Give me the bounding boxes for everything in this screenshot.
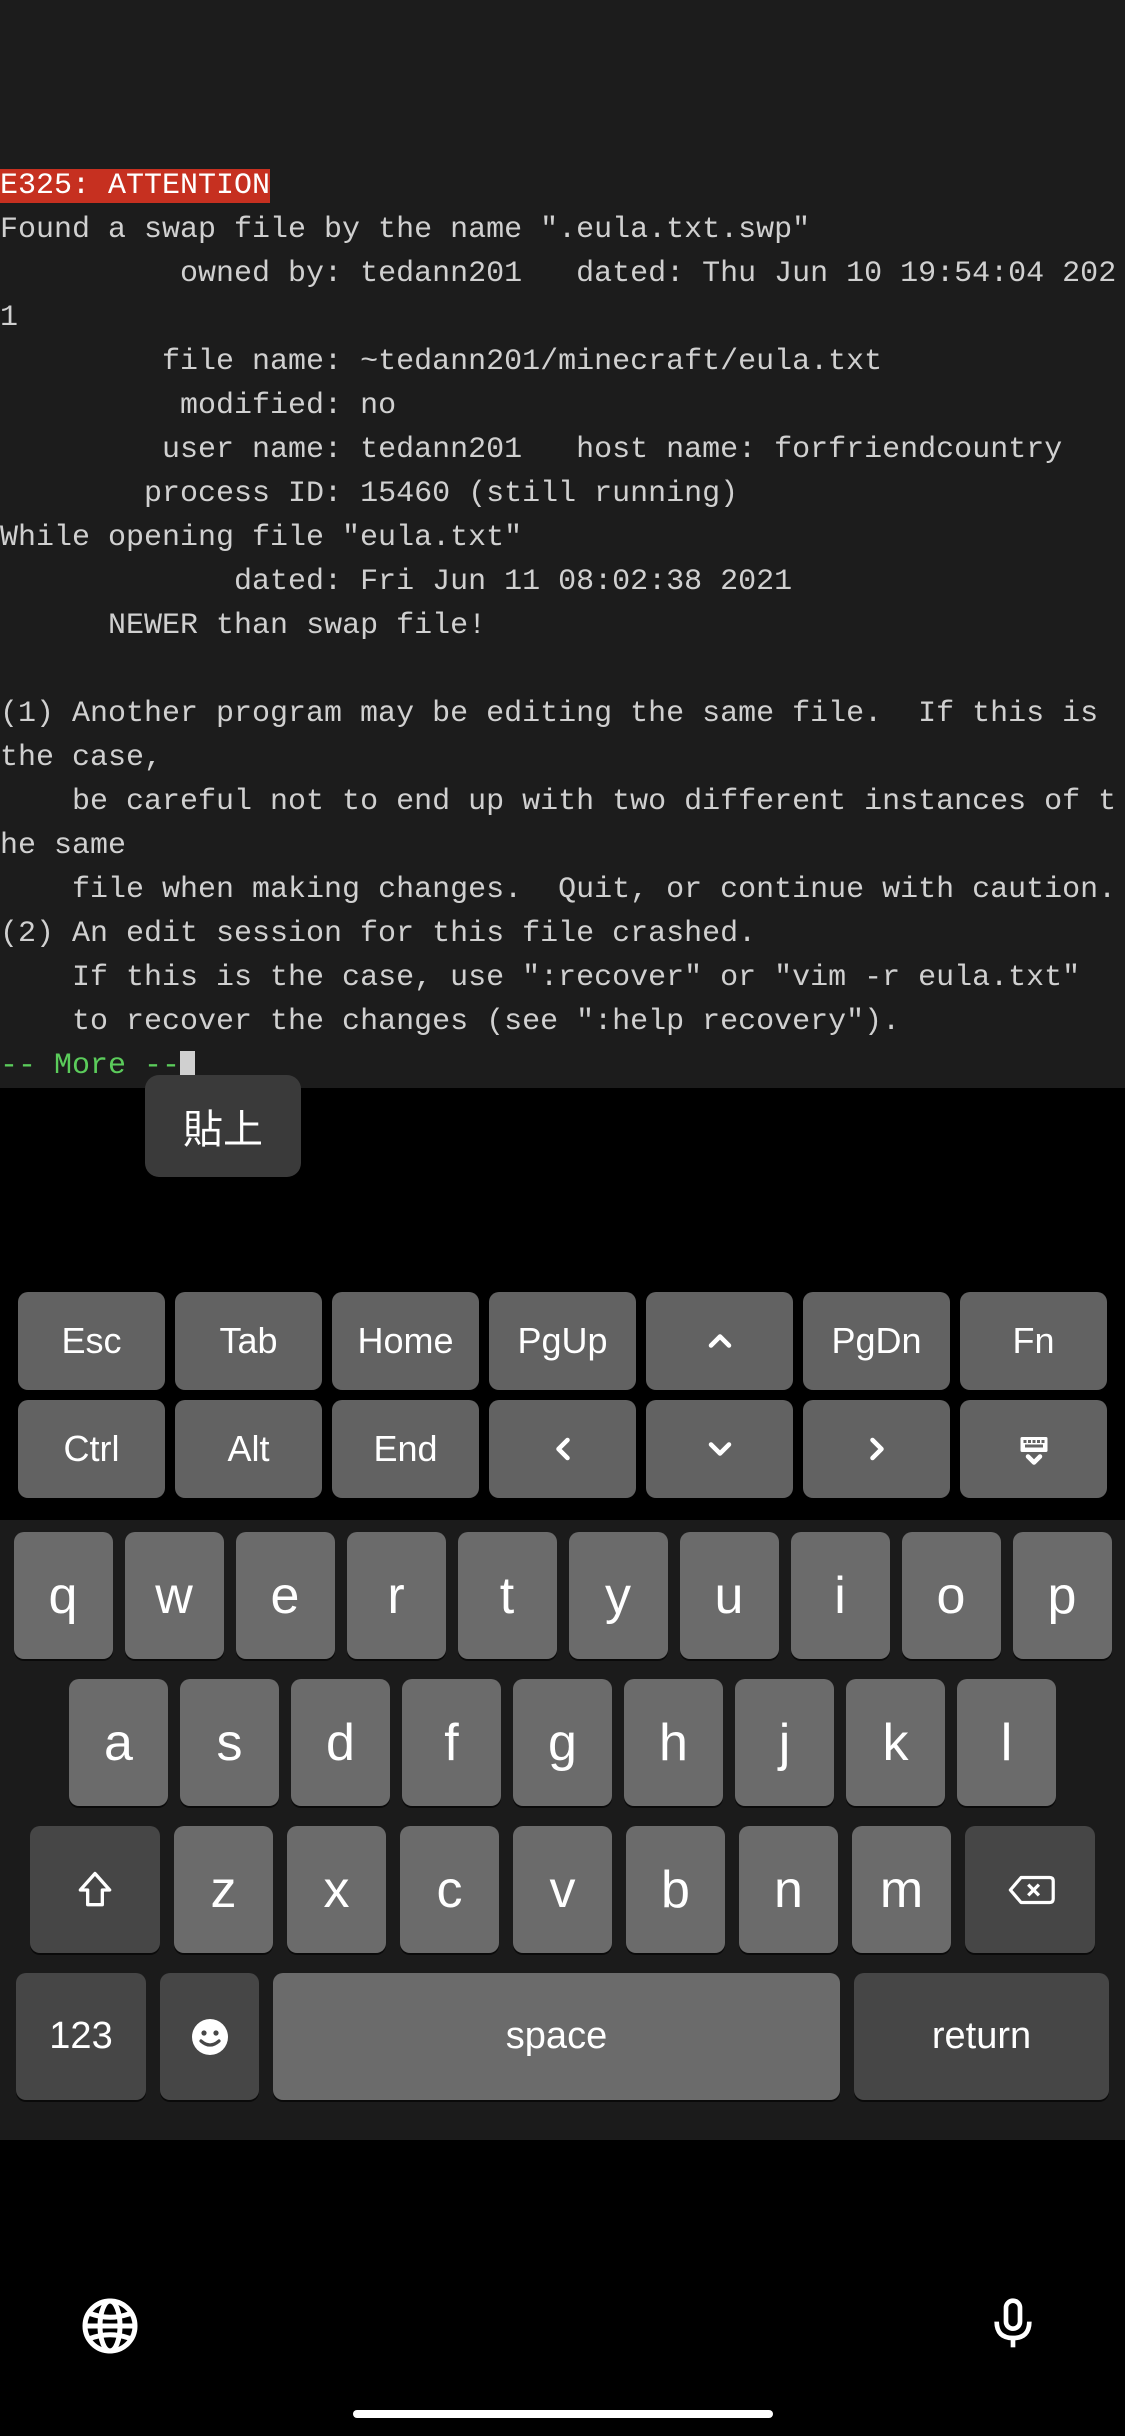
option1-line-a: (1) Another program may be editing the s… <box>0 697 1116 775</box>
option2-line-a: (2) An edit session for this file crashe… <box>0 917 756 951</box>
bottom-toolbar <box>0 2256 1125 2436</box>
home-indicator[interactable] <box>353 2410 773 2418</box>
keyboard-row-1: q w e r t y u i o p <box>8 1532 1117 1659</box>
shift-key[interactable] <box>30 1826 160 1953</box>
keyboard-row-2: a s d f g h j k l <box>8 1679 1117 1806</box>
function-key-rows: Esc Tab Home PgUp PgDn Fn Ctrl Alt End <box>0 1280 1125 1520</box>
paste-popup-label: 貼上 <box>183 1108 263 1152</box>
terminal-output: E325: ATTENTION Found a swap file by the… <box>0 0 1125 1088</box>
key-t[interactable]: t <box>458 1532 557 1659</box>
while-opening-line: While opening file "eula.txt" <box>0 521 522 555</box>
option2-line-b: If this is the case, use ":recover" or "… <box>0 961 1080 995</box>
key-o[interactable]: o <box>902 1532 1001 1659</box>
pgup-key[interactable]: PgUp <box>489 1292 636 1390</box>
key-k[interactable]: k <box>846 1679 945 1806</box>
esc-key[interactable]: Esc <box>18 1292 165 1390</box>
key-b[interactable]: b <box>626 1826 725 1953</box>
ctrl-key[interactable]: Ctrl <box>18 1400 165 1498</box>
alt-key[interactable]: Alt <box>175 1400 322 1498</box>
key-x[interactable]: x <box>287 1826 386 1953</box>
keyboard-area: Esc Tab Home PgUp PgDn Fn Ctrl Alt End q… <box>0 1280 1125 2140</box>
backspace-key[interactable] <box>965 1826 1095 1953</box>
key-u[interactable]: u <box>680 1532 779 1659</box>
return-key[interactable]: return <box>854 1973 1109 2100</box>
key-n[interactable]: n <box>739 1826 838 1953</box>
key-j[interactable]: j <box>735 1679 834 1806</box>
newer-line: NEWER than swap file! <box>0 609 486 643</box>
owned-by-value: tedann201 <box>360 257 522 291</box>
arrow-down-key[interactable] <box>646 1400 793 1498</box>
key-a[interactable]: a <box>69 1679 168 1806</box>
key-h[interactable]: h <box>624 1679 723 1806</box>
user-name-value: tedann201 <box>360 433 522 467</box>
key-i[interactable]: i <box>791 1532 890 1659</box>
while-dated-value: Fri Jun 11 08:02:38 2021 <box>360 565 792 599</box>
arrow-left-key[interactable] <box>489 1400 636 1498</box>
option1-line-c: file when making changes. Quit, or conti… <box>0 873 1116 907</box>
key-s[interactable]: s <box>180 1679 279 1806</box>
keyboard-row-4: 123 space return <box>8 1973 1117 2100</box>
key-d[interactable]: d <box>291 1679 390 1806</box>
swap-found-line: Found a swap file by the name ".eula.txt… <box>0 213 810 247</box>
process-id-label: process ID: <box>0 477 360 511</box>
modified-label: modified: <box>0 389 360 423</box>
home-key[interactable]: Home <box>332 1292 479 1390</box>
tab-key[interactable]: Tab <box>175 1292 322 1390</box>
dated-label: dated: <box>522 257 702 291</box>
key-c[interactable]: c <box>400 1826 499 1953</box>
key-p[interactable]: p <box>1013 1532 1112 1659</box>
keyboard-row-3: z x c v b n m <box>8 1826 1117 1953</box>
file-name-label: file name: <box>0 345 360 379</box>
key-l[interactable]: l <box>957 1679 1056 1806</box>
user-name-label: user name: <box>0 433 360 467</box>
pgdn-key[interactable]: PgDn <box>803 1292 950 1390</box>
paste-popup[interactable]: 貼上 <box>145 1075 301 1177</box>
option1-line-b: be careful not to end up with two differ… <box>0 785 1116 863</box>
key-m[interactable]: m <box>852 1826 951 1953</box>
while-dated-label: dated: <box>0 565 360 599</box>
fn-key[interactable]: Fn <box>960 1292 1107 1390</box>
end-key[interactable]: End <box>332 1400 479 1498</box>
hide-keyboard-key[interactable] <box>960 1400 1107 1498</box>
modified-value: no <box>360 389 396 423</box>
option2-line-c: to recover the changes (see ":help recov… <box>0 1005 900 1039</box>
vim-error-header: E325: ATTENTION <box>0 169 270 203</box>
arrow-right-key[interactable] <box>803 1400 950 1498</box>
qwerty-keyboard: q w e r t y u i o p a s d f g h j k l z … <box>0 1520 1125 2140</box>
file-name-value: ~tedann201/minecraft/eula.txt <box>360 345 882 379</box>
host-name-label: host name: <box>522 433 774 467</box>
arrow-up-key[interactable] <box>646 1292 793 1390</box>
host-name-value: forfriendcountry <box>774 433 1062 467</box>
key-g[interactable]: g <box>513 1679 612 1806</box>
key-f[interactable]: f <box>402 1679 501 1806</box>
microphone-icon[interactable] <box>985 2296 1045 2356</box>
key-r[interactable]: r <box>347 1532 446 1659</box>
key-z[interactable]: z <box>174 1826 273 1953</box>
key-w[interactable]: w <box>125 1532 224 1659</box>
globe-icon[interactable] <box>80 2296 140 2356</box>
key-y[interactable]: y <box>569 1532 668 1659</box>
owned-by-label: owned by: <box>0 257 360 291</box>
key-q[interactable]: q <box>14 1532 113 1659</box>
space-key[interactable]: space <box>273 1973 840 2100</box>
process-id-value: 15460 (still running) <box>360 477 738 511</box>
emoji-key[interactable] <box>160 1973 259 2100</box>
numeric-key[interactable]: 123 <box>16 1973 146 2100</box>
key-v[interactable]: v <box>513 1826 612 1953</box>
key-e[interactable]: e <box>236 1532 335 1659</box>
